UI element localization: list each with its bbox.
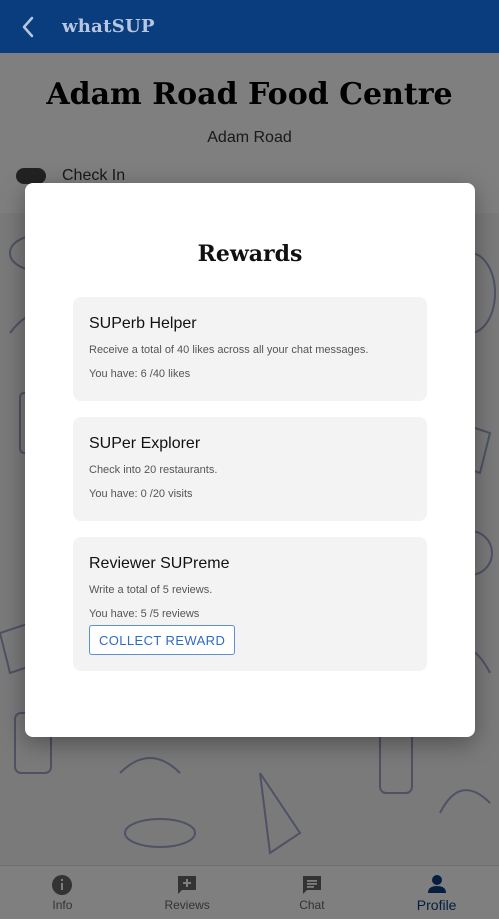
app-bar: whatSUP [0,0,499,53]
reward-description: Check into 20 restaurants. [89,464,218,476]
reward-progress: You have: 5 /5 reviews [89,608,200,620]
back-button[interactable] [0,0,56,53]
reward-description: Write a total of 5 reviews. [89,584,213,596]
collect-reward-button[interactable]: COLLECT REWARD [89,625,236,655]
reward-title: SUPer Explorer [89,435,201,452]
dialog-title: Rewards [197,241,303,267]
reward-progress: You have: 6 /40 likes [89,368,191,380]
reward-description: Receive a total of 40 likes across all y… [89,344,369,356]
reward-title: SUPerb Helper [89,315,197,332]
reward-title: Reviewer SUPreme [89,555,230,572]
rewards-dialog: Rewards SUPerb Helper Receive a total of… [25,183,475,737]
app-title: whatSUP [62,16,155,37]
reward-card-super-explorer: SUPer Explorer Check into 20 restaurants… [73,417,427,521]
reward-card-superb-helper: SUPerb Helper Receive a total of 40 like… [73,297,427,401]
back-arrow-icon [22,16,34,37]
reward-progress: You have: 0 /20 visits [89,488,193,500]
reward-card-reviewer-supreme: Reviewer SUPreme Write a total of 5 revi… [73,537,427,671]
